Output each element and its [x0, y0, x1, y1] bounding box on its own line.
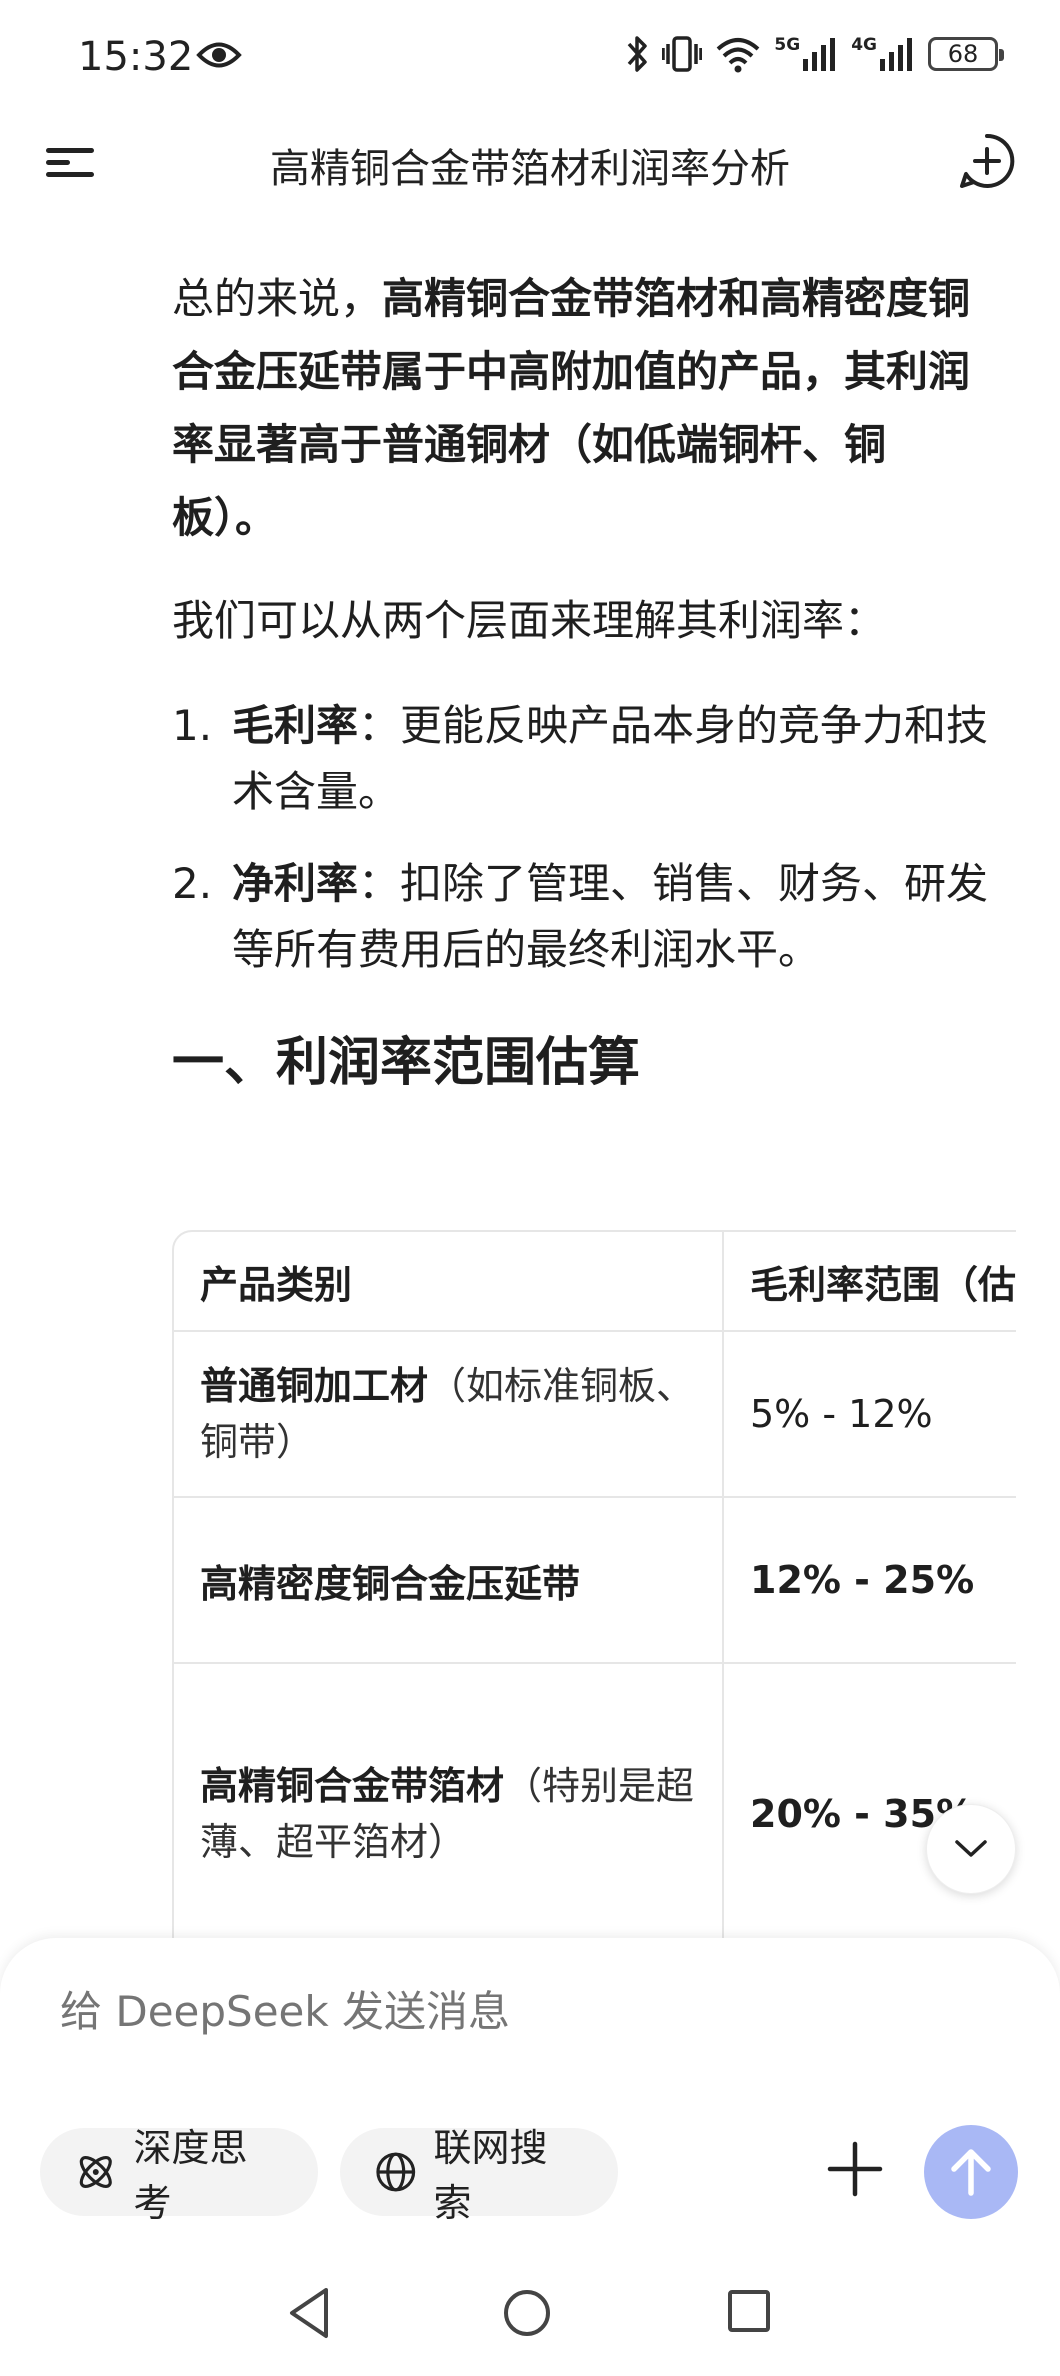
- list-term: 毛利率: [232, 701, 359, 750]
- chevron-down-icon: [955, 1840, 987, 1857]
- globe-icon: [376, 2152, 416, 2192]
- signal-4g-label: 4G: [851, 35, 877, 55]
- app-header: 高精铜合金带箔材利润率分析: [0, 118, 1060, 208]
- recent-apps-icon[interactable]: [728, 2290, 770, 2332]
- table-header-cell: 产品类别: [172, 1230, 724, 1332]
- table-row: 高精铜合金带箔材（特别是超薄、超平箔材） 20% - 35%: [172, 1664, 1016, 1950]
- profit-table: 产品类别 毛利率范围（估 普通铜加工材（如标准铜板、铜带） 5% - 12% 高…: [172, 1230, 1016, 1950]
- category-name: 普通铜加工材: [200, 1364, 429, 1408]
- table-cell-gross: 12% - 25%: [724, 1498, 1016, 1664]
- table-cell-category: 高精铜合金带箔材（特别是超薄、超平箔材）: [172, 1664, 724, 1950]
- battery-level: 68: [947, 40, 979, 68]
- eye-icon: [196, 42, 242, 68]
- intro-prefix: 总的来说，: [172, 274, 383, 323]
- table-header-cell: 毛利率范围（估: [724, 1230, 1016, 1332]
- signal-5g-icon: 5G: [774, 37, 837, 71]
- status-icons: 5G 4G 68: [626, 34, 1004, 74]
- wifi-icon: [717, 38, 760, 73]
- message-content: 总的来说，高精铜合金带箔材和高精密度铜合金压延带属于中高附加值的产品，其利润率显…: [172, 262, 1002, 1103]
- plus-icon[interactable]: [826, 2140, 884, 2198]
- system-nav-bar: [0, 2276, 1060, 2376]
- table-cell-gross: 5% - 12%: [724, 1332, 1016, 1498]
- section-heading: 一、利润率范围估算: [172, 1033, 641, 1093]
- profit-table-scroll[interactable]: 产品类别 毛利率范围（估 普通铜加工材（如标准铜板、铜带） 5% - 12% 高…: [172, 1230, 1016, 1950]
- list-term: 净利率: [232, 859, 359, 908]
- message-input[interactable]: [58, 1970, 842, 2052]
- status-bar: 15:32 5G 4G 68: [0, 0, 1060, 118]
- vibrate-icon: [662, 36, 703, 72]
- table-row: 高精密度铜合金压延带 12% - 25%: [172, 1498, 1016, 1664]
- send-button[interactable]: [924, 2125, 1018, 2219]
- status-time: 15:32: [78, 34, 194, 80]
- list-number: 1.: [172, 701, 213, 750]
- web-search-button[interactable]: 联网搜索: [340, 2126, 618, 2225]
- battery-icon: 68: [928, 37, 1004, 71]
- new-chat-icon[interactable]: [958, 132, 1016, 190]
- page-title: 高精铜合金带箔材利润率分析: [270, 146, 790, 192]
- table-cell-category: 高精密度铜合金压延带: [172, 1498, 724, 1664]
- deep-think-label: 深度思考: [133, 2126, 248, 2225]
- table-cell-category: 普通铜加工材（如标准铜板、铜带）: [172, 1332, 724, 1498]
- category-name: 高精铜合金带箔材: [200, 1764, 505, 1808]
- category-name: 高精密度铜合金压延带: [200, 1561, 581, 1606]
- signal-4g-icon: 4G: [851, 37, 914, 71]
- list-item: 1. 毛利率：更能反映产品本身的竞争力和技术含量。: [172, 693, 1002, 825]
- arrow-up-icon: [951, 2149, 991, 2196]
- lead-paragraph: 我们可以从两个层面来理解其利润率：: [172, 596, 887, 645]
- scroll-down-button[interactable]: [926, 1804, 1016, 1894]
- deep-think-button[interactable]: 深度思考: [40, 2126, 318, 2225]
- list-item: 2. 净利率：扣除了管理、销售、财务、研发等所有费用后的最终利润水平。: [172, 851, 1002, 983]
- web-search-label: 联网搜索: [433, 2126, 548, 2225]
- back-icon[interactable]: [286, 2286, 332, 2340]
- bluetooth-icon: [628, 36, 648, 72]
- home-icon[interactable]: [504, 2290, 550, 2336]
- atom-icon: [79, 2155, 112, 2189]
- table-row: 普通铜加工材（如标准铜板、铜带） 5% - 12%: [172, 1332, 1016, 1498]
- numbered-list: 1. 毛利率：更能反映产品本身的竞争力和技术含量。 2. 净利率：扣除了管理、销售、…: [172, 693, 1002, 983]
- signal-5g-label: 5G: [774, 35, 801, 55]
- intro-paragraph: 总的来说，高精铜合金带箔材和高精密度铜合金压延带属于中高附加值的产品，其利润率显…: [172, 262, 972, 554]
- table-header-row: 产品类别 毛利率范围（估: [172, 1230, 1016, 1332]
- list-number: 2.: [172, 859, 213, 908]
